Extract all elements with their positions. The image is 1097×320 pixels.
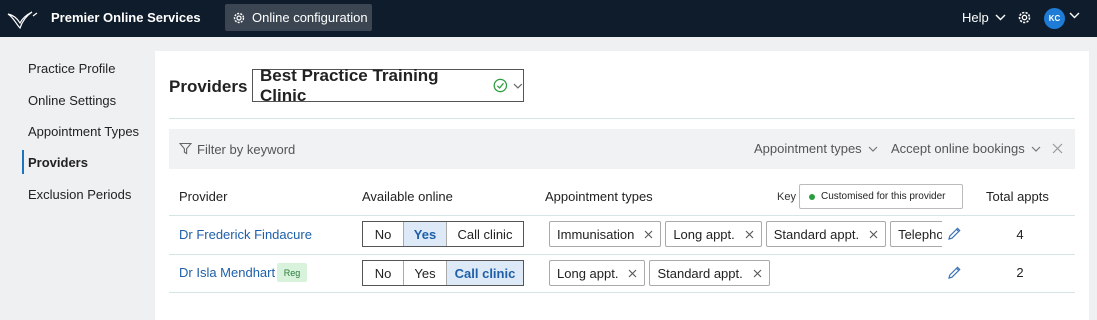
appointment-type-tag: Long appt.: [665, 221, 762, 247]
availability-yes-option[interactable]: Yes: [404, 261, 447, 285]
check-circle-icon: [493, 78, 507, 93]
total-appts-column-header: Total appts: [986, 189, 1049, 204]
clinic-name: Best Practice Training Clinic: [260, 65, 439, 105]
edit-pencil-icon[interactable]: [947, 226, 962, 241]
availability-no-option[interactable]: No: [363, 222, 404, 246]
chevron-down-icon: [513, 83, 523, 89]
appointment-type-tags: Immunisation Long appt. Standard appt. T…: [549, 221, 942, 247]
provider-link[interactable]: Dr Isla Mendhart: [179, 265, 275, 280]
remove-tag-icon[interactable]: [644, 230, 653, 239]
tag-label: Standard appt.: [773, 226, 860, 242]
edit-pencil-icon[interactable]: [947, 265, 962, 280]
availability-call-clinic-option[interactable]: Call clinic: [447, 261, 523, 285]
help-label: Help: [962, 10, 989, 25]
tag-label: Long appt.: [673, 226, 735, 242]
key-legend-text: Customised for this provider: [821, 191, 946, 202]
registrar-badge: Reg: [277, 263, 307, 282]
appointment-type-tag: Telephone: [890, 221, 942, 247]
total-appts-value: 4: [1016, 227, 1024, 242]
filter-bar: Appointment types Accept online bookings: [169, 129, 1075, 169]
tag-label: Telephone: [898, 226, 942, 242]
availability-no-option[interactable]: No: [363, 261, 404, 285]
sidebar-item-appointment-types[interactable]: Appointment Types: [22, 119, 155, 143]
sidebar-item-online-settings[interactable]: Online Settings: [22, 88, 155, 112]
clinic-select[interactable]: Best Practice Training Clinic: [252, 66, 524, 105]
available-online-column-header: Available online: [362, 189, 453, 204]
app-name: Premier Online Services: [51, 10, 201, 25]
availability-toggle: No Yes Call clinic: [362, 260, 524, 286]
divider: [169, 254, 1075, 255]
sidebar-item-practice-profile[interactable]: Practice Profile: [22, 56, 155, 80]
user-avatar[interactable]: KC: [1044, 8, 1065, 29]
tag-label: Long appt.: [557, 265, 619, 281]
chevron-down-icon: [868, 146, 878, 152]
tag-label: Standard appt.: [657, 265, 743, 281]
page-title: Providers: [169, 77, 248, 96]
clear-filters-icon[interactable]: [1052, 143, 1063, 154]
availability-toggle: No Yes Call clinic: [362, 221, 524, 247]
logo-icon[interactable]: [6, 8, 40, 30]
appointment-types-dropdown[interactable]: Appointment types: [754, 141, 878, 156]
sidebar-item-exclusion-periods[interactable]: Exclusion Periods: [22, 182, 155, 206]
settings-gear-icon[interactable]: [1017, 10, 1032, 25]
availability-yes-option[interactable]: Yes: [404, 222, 447, 246]
appointment-types-dropdown-label: Appointment types: [754, 141, 862, 156]
appointment-type-tag: Immunisation: [549, 221, 662, 247]
sidebar-item-providers[interactable]: Providers: [22, 150, 155, 174]
accept-online-bookings-label: Accept online bookings: [891, 141, 1025, 156]
keyword-filter-input[interactable]: [197, 138, 497, 160]
main-panel: Providers Best Practice Training Clinic …: [155, 51, 1089, 320]
remove-tag-icon[interactable]: [869, 230, 878, 239]
key-legend: Customised for this provider: [799, 184, 963, 209]
chevron-down-icon[interactable]: [1069, 12, 1080, 19]
chevron-down-icon: [1031, 146, 1041, 152]
filter-icon: [179, 142, 192, 155]
appointment-type-tag: Standard appt.: [765, 221, 887, 247]
divider: [169, 215, 1075, 216]
appointment-type-tags: Long appt. Standard appt.: [549, 260, 942, 286]
key-label: Key: [777, 191, 796, 203]
appointment-type-tag: Standard appt.: [649, 260, 770, 286]
help-menu[interactable]: Help: [962, 10, 1006, 25]
total-appts-value: 2: [1016, 265, 1024, 280]
tag-label: Immunisation: [557, 226, 635, 242]
provider-link[interactable]: Dr Frederick Findacure: [179, 227, 312, 242]
appointment-types-column-header: Appointment types: [545, 189, 653, 204]
sidebar: Practice Profile Online Settings Appoint…: [0, 37, 155, 320]
availability-call-clinic-option[interactable]: Call clinic: [447, 222, 523, 246]
top-bar: Premier Online Services Online configura…: [0, 0, 1097, 37]
remove-tag-icon[interactable]: [628, 269, 637, 278]
appointment-type-tag: Long appt.: [549, 260, 646, 286]
online-configuration-label: Online configuration: [252, 10, 368, 25]
chevron-down-icon: [995, 14, 1006, 21]
provider-column-header: Provider: [179, 189, 228, 204]
online-configuration-button[interactable]: Online configuration: [225, 4, 372, 31]
remove-tag-icon[interactable]: [753, 269, 762, 278]
divider: [169, 292, 1075, 293]
customised-dot-icon: [809, 193, 815, 200]
gear-icon: [233, 12, 245, 23]
accept-online-bookings-dropdown[interactable]: Accept online bookings: [891, 141, 1041, 156]
divider: [169, 118, 1075, 119]
remove-tag-icon[interactable]: [745, 230, 754, 239]
